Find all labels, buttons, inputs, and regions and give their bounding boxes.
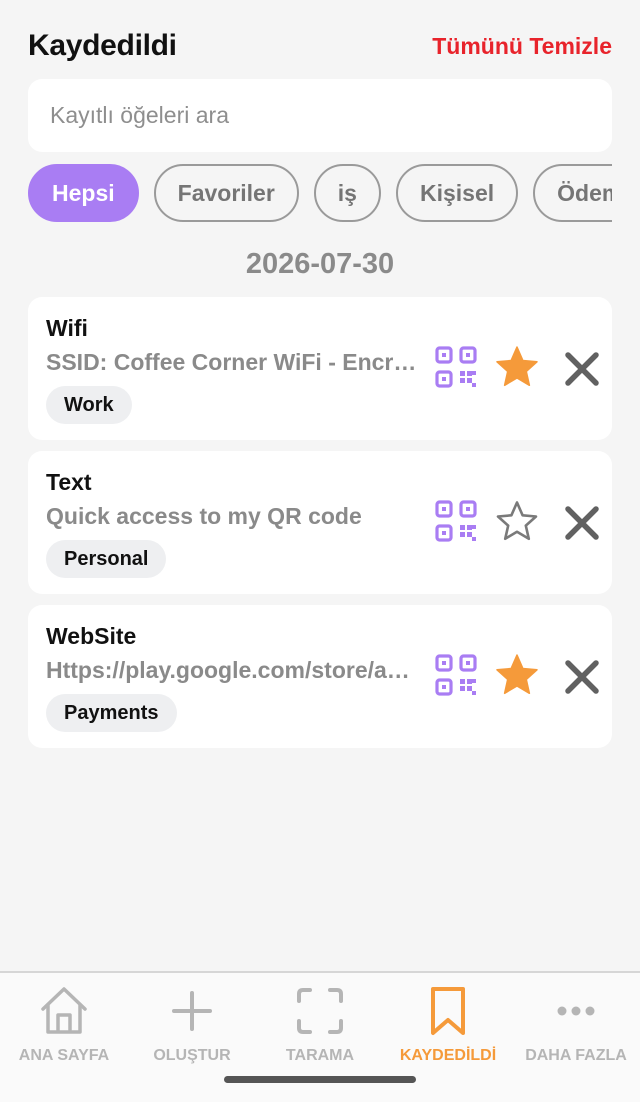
item-type: Text: [46, 469, 92, 495]
item-content: SSID: Coffee Corner WiFi - Encryption: W…: [46, 349, 418, 375]
page-title: Kaydedildi: [28, 29, 177, 62]
filter-chip-personal[interactable]: Kişisel: [395, 164, 519, 222]
close-icon: [565, 660, 599, 694]
saved-item-card[interactable]: WebSite Https://play.google.com/store/ap…: [28, 605, 612, 748]
filter-chip-all[interactable]: Hepsi: [28, 164, 139, 222]
nav-label: TARAMA: [285, 1047, 355, 1064]
item-content: Https://play.google.com/store/apps: [46, 657, 418, 683]
delete-button[interactable]: [560, 655, 604, 699]
bookmark-icon: [431, 987, 465, 1035]
scan-frame-icon: [297, 988, 343, 1034]
star-filled-icon: [496, 346, 538, 387]
close-icon: [565, 506, 599, 540]
qr-code-button[interactable]: [434, 499, 478, 543]
qr-code-icon: [435, 654, 477, 696]
nav-label: OLUŞTUR: [153, 1047, 231, 1064]
item-content: Quick access to my QR code: [46, 503, 362, 529]
close-icon: [565, 352, 599, 386]
delete-button[interactable]: [560, 347, 604, 391]
qr-code-icon: [435, 346, 477, 388]
filter-chip-payments[interactable]: Ödeme: [533, 164, 612, 222]
saved-item-card[interactable]: Wifi SSID: Coffee Corner WiFi - Encrypti…: [28, 297, 612, 440]
favorite-button[interactable]: [495, 653, 539, 697]
item-type: WebSite: [46, 623, 137, 649]
home-indicator: [224, 1076, 416, 1083]
more-dots-icon: [557, 1006, 595, 1016]
favorite-button[interactable]: [495, 345, 539, 389]
favorite-button[interactable]: [495, 499, 539, 543]
item-tag: Payments: [46, 694, 177, 732]
item-tag: Work: [46, 386, 132, 424]
qr-code-button[interactable]: [434, 653, 478, 697]
nav-item-more[interactable]: DAHA FAZLA: [512, 973, 640, 1102]
plus-icon: [172, 991, 212, 1031]
nav-label: ANA SAYFA: [18, 1047, 110, 1064]
item-tag: Personal: [46, 540, 167, 578]
nav-label: DAHA FAZLA: [525, 1047, 627, 1064]
filter-chips: Hepsi Favoriler iş Kişisel Ödeme: [28, 164, 612, 224]
star-filled-icon: [496, 654, 538, 695]
clear-all-button[interactable]: Tümünü Temizle: [432, 33, 612, 60]
saved-item-card[interactable]: Text Quick access to my QR code Personal: [28, 451, 612, 594]
star-outline-icon: [496, 501, 538, 541]
search-input[interactable]: [28, 79, 612, 152]
filter-chip-favorites[interactable]: Favoriler: [153, 164, 299, 222]
date-group-header: 2026-07-30: [245, 248, 395, 280]
filter-chip-work[interactable]: iş: [313, 164, 381, 222]
qr-code-button[interactable]: [434, 345, 478, 389]
nav-label: KAYDEDİLDİ: [399, 1047, 497, 1064]
delete-button[interactable]: [560, 501, 604, 545]
nav-item-home[interactable]: ANA SAYFA: [0, 973, 128, 1102]
qr-code-icon: [435, 500, 477, 542]
header: Kaydedildi Tümünü Temizle: [28, 26, 612, 66]
home-icon: [41, 987, 87, 1034]
item-type: Wifi: [46, 315, 88, 341]
